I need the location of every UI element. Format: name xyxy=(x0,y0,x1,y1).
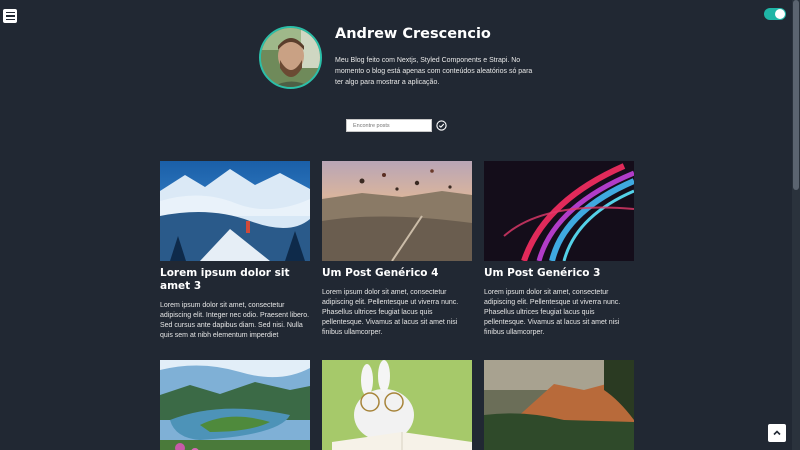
chevron-up-icon xyxy=(773,430,781,436)
post-excerpt: Lorem ipsum dolor sit amet, consectetur … xyxy=(160,302,310,339)
post-thumbnail[interactable] xyxy=(484,161,634,261)
post-thumbnail[interactable] xyxy=(484,360,634,450)
post-card[interactable] xyxy=(160,360,310,450)
author-description: Meu Blog feito com Nextjs, Styled Compon… xyxy=(335,57,533,86)
post-thumbnail[interactable] xyxy=(322,360,472,450)
profile-avatar xyxy=(259,26,322,89)
post-card[interactable]: Um Post Genérico 3 Lorem ipsum dolor sit… xyxy=(484,161,634,338)
check-circle-icon[interactable] xyxy=(436,120,447,131)
post-thumbnail[interactable] xyxy=(322,161,472,261)
post-title[interactable]: Um Post Genérico 3 xyxy=(484,267,634,280)
post-thumbnail[interactable] xyxy=(160,360,310,450)
menu-button[interactable] xyxy=(3,9,17,23)
post-title[interactable]: Um Post Genérico 4 xyxy=(322,267,472,280)
post-excerpt: Lorem ipsum dolor sit amet, consectetur … xyxy=(484,289,621,336)
post-card[interactable]: Lorem ipsum dolor sit amet 3 Lorem ipsum… xyxy=(160,161,310,341)
search-input[interactable] xyxy=(346,119,432,132)
toggle-knob xyxy=(775,9,785,19)
post-card[interactable]: Um Post Genérico 4 Lorem ipsum dolor sit… xyxy=(322,161,472,338)
scrollbar-thumb[interactable] xyxy=(793,0,799,190)
post-card[interactable] xyxy=(484,360,634,450)
theme-toggle[interactable] xyxy=(764,8,786,20)
page-scrollbar[interactable] xyxy=(792,0,800,450)
hamburger-menu-icon xyxy=(5,11,15,14)
scroll-to-top-button[interactable] xyxy=(768,424,786,442)
post-excerpt: Lorem ipsum dolor sit amet, consectetur … xyxy=(322,289,459,336)
author-name: Andrew Crescencio xyxy=(335,26,491,42)
post-title[interactable]: Lorem ipsum dolor sit amet 3 xyxy=(160,267,310,293)
post-thumbnail[interactable] xyxy=(160,161,310,261)
post-card[interactable] xyxy=(322,360,472,450)
